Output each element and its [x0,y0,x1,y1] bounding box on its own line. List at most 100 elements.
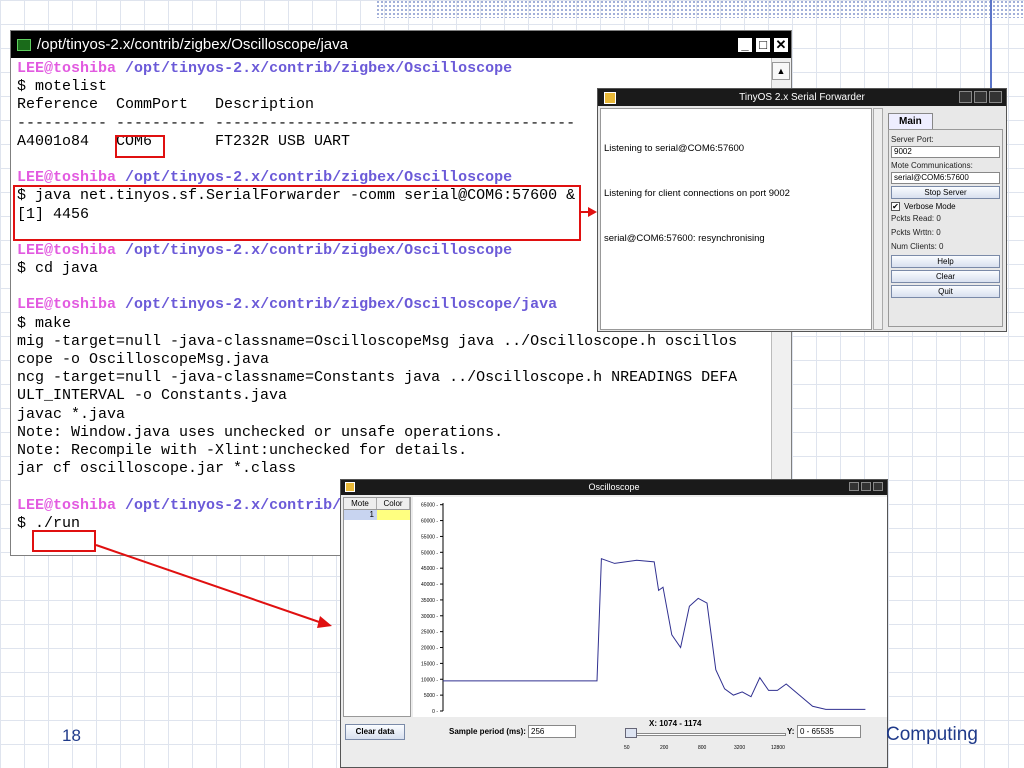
prompt-path: /opt/tinyos-2.x/contrib/zigbex/Oscillosc… [125,169,513,187]
osc-title: Oscilloscope [588,482,640,492]
pckts-read: Pckts Read: 0 [891,214,941,223]
minimize-icon[interactable] [849,482,859,491]
y-tick-label: 15000 - [421,661,438,667]
y-tick-label: 60000 - [421,519,438,525]
maximize-icon[interactable] [974,91,987,103]
sf-log-line: Listening for client connections on port… [604,188,790,199]
arrow-to-oscilloscope [95,544,326,625]
prompt-path: /opt/tinyos-2.x/contrib/zigbex/Oscillosc… [125,60,513,77]
slide-number: 18 [62,726,81,745]
y-tick-label: 0 - [432,709,438,715]
pckts-wrttn: Pckts Wrttn: 0 [891,228,941,237]
y-tick-label: 30000 - [421,614,438,620]
sf-log-line: Listening to serial@COM6:57600 [604,143,745,154]
prompt-user: LEE@toshiba [17,296,117,314]
y-range-input[interactable]: 0 - 65535 [797,725,861,738]
y-tick-label: 10000 - [421,677,438,683]
serial-forwarder-window[interactable]: TinyOS 2.x Serial Forwarder Listening to… [597,88,1007,332]
stop-server-button[interactable]: Stop Server [891,186,1000,199]
prompt-path: /opt/tinyos-2.x/contrib/zigbex/Oscillosc… [125,296,558,314]
server-port-label: Server Port: [891,135,934,144]
header-accent-line [990,0,992,90]
prompt-user: LEE@toshiba [17,169,117,187]
y-tick-label: 5000 - [424,693,439,699]
y-tick-label: 40000 - [421,582,438,588]
mote-comm-input[interactable]: serial@COM6:57600 [891,172,1000,184]
y-tick-label: 50000 - [421,550,438,556]
table-row[interactable]: 1 [344,510,410,520]
prompt-user: LEE@toshiba [17,241,117,259]
minimize-icon[interactable] [959,91,972,103]
sf-log-line: serial@COM6:57600: resynchronising [604,233,765,244]
clear-button[interactable]: Clear [891,270,1000,283]
quit-button[interactable]: Quit [891,285,1000,298]
mote-table[interactable]: Mote Color 1 [343,497,411,717]
close-icon[interactable]: ✕ [773,36,789,53]
terminal-line: cope -o OscilloscopeMsg.java [17,351,270,368]
mote-color-cell[interactable] [377,510,410,520]
slider-tick: 50 [624,745,630,751]
maximize-icon[interactable]: □ [755,36,771,53]
mote-id-cell[interactable]: 1 [344,510,377,520]
server-port-input[interactable]: 9002 [891,146,1000,158]
slider-tick: 800 [698,745,707,751]
osc-titlebar[interactable]: Oscilloscope [341,480,887,495]
terminal-titlebar[interactable]: /opt/tinyos-2.x/contrib/zigbex/Oscillosc… [11,31,791,58]
sf-titlebar[interactable]: TinyOS 2.x Serial Forwarder [598,89,1006,106]
prompt-path: /opt/tinyos-2.x/contrib/zigbex/Oscillosc… [125,241,513,259]
header-decoration [376,0,1024,18]
prompt-user: LEE@toshiba [17,496,117,514]
minimize-icon[interactable]: _ [737,36,753,53]
prompt-user: LEE@toshiba [17,60,117,77]
oscilloscope-plot: 0 - 5000 - 10000 - 15000 - 20000 - 25000 - 300… [413,497,887,717]
sample-period-label: Sample period (ms): [449,727,526,736]
terminal-line: jar cf oscilloscope.jar *.class [17,460,297,478]
close-icon[interactable] [989,91,1002,103]
arrow-head-oscilloscope [317,616,332,628]
verbose-mode-checkbox[interactable]: ✔ Verbose Mode [891,202,1000,211]
tab-main[interactable]: Main [888,113,933,129]
num-clients: Num Clients: 0 [891,242,944,251]
x-range-label: X: 1074 - 1174 [649,719,702,728]
close-icon[interactable] [873,482,883,491]
clear-data-button[interactable]: Clear data [345,724,405,740]
y-tick-label: 65000 - [421,503,438,509]
slide-footer: Computing [886,724,978,745]
highlight-run [32,530,96,552]
terminal-line: mig -target=null -java-classname=Oscillo… [17,332,738,350]
mote-comm-label: Mote Communications: [891,161,973,170]
y-tick-label: 25000 - [421,630,438,636]
checkmark-icon: ✔ [891,202,900,211]
terminal-line: javac *.java [17,405,126,423]
sample-period-slider[interactable] [626,733,786,736]
y-tick-label: 45000 - [421,566,438,572]
terminal-line: ncg -target=null -java-classname=Constan… [17,369,738,387]
highlight-com6 [115,135,165,158]
help-button[interactable]: Help [891,255,1000,268]
y-tick-label: 20000 - [421,646,438,652]
plot-svg: 0 - 5000 - 10000 - 15000 - 20000 - 25000 - 300… [421,503,866,715]
scroll-up-icon[interactable]: ▲ [772,62,790,80]
slider-tick: 200 [660,745,669,751]
slider-tick: 12800 [771,745,785,751]
terminal-line: LEE@toshiba /opt/tinyos-2.x/contrib/zigb… [17,60,771,78]
slider-tick: 3200 [734,745,746,751]
terminal-icon [17,38,31,51]
terminal-line: ULT_INTERVAL -o Constants.java [17,387,288,405]
y-range-label: Y: [787,727,795,736]
column-header-color[interactable]: Color [377,498,410,509]
sf-log-scrollbar[interactable] [873,108,883,330]
terminal-line: Note: Window.java uses unchecked or unsa… [17,423,504,441]
terminal-title: /opt/tinyos-2.x/contrib/zigbex/Oscillosc… [37,36,348,53]
sample-period-input[interactable]: 256 [528,725,576,738]
slider-thumb[interactable] [625,728,637,738]
highlight-serialforwarder-cmd [13,185,581,241]
column-header-mote[interactable]: Mote [344,498,377,509]
oscilloscope-window[interactable]: Oscilloscope Mote Color 1 0 - 5000 - 10000… [340,479,888,768]
y-tick-label: 35000 - [421,598,438,604]
maximize-icon[interactable] [861,482,871,491]
terminal-line: Note: Recompile with -Xlint:unchecked fo… [17,441,468,459]
mote-1-series-line [443,557,866,710]
sf-main-panel: Main Server Port: 9002 Mote Communicatio… [888,111,1003,327]
verbose-mode-label: Verbose Mode [904,202,956,211]
